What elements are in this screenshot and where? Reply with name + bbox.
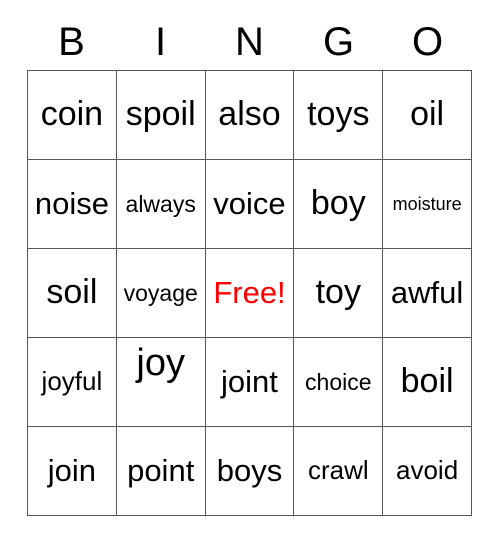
bingo-cell-label: toys	[307, 95, 370, 134]
bingo-cell[interactable]: boys	[205, 427, 295, 516]
bingo-free-space[interactable]: Free!	[205, 249, 295, 338]
bingo-cell[interactable]: voice	[205, 160, 295, 249]
bingo-cell[interactable]: crawl	[294, 427, 384, 516]
bingo-cell-label: boil	[400, 362, 454, 401]
bingo-cell-label: crawl	[307, 455, 369, 486]
bingo-cell-label: boy	[310, 184, 366, 223]
bingo-cell[interactable]: toys	[294, 71, 384, 160]
bingo-cell-label: also	[218, 95, 281, 134]
bingo-cell[interactable]: oil	[383, 71, 472, 160]
bingo-cell-label: joint	[221, 363, 278, 399]
bingo-cell-label: spoil	[125, 95, 196, 134]
bingo-cell-label: always	[125, 190, 196, 217]
bingo-header-letter-b: B	[58, 20, 85, 64]
bingo-cell[interactable]: always	[116, 160, 206, 249]
bingo-grid: coin spoil also toys oil noise always voice boy m…	[27, 70, 472, 516]
bingo-cell-label: voice	[213, 185, 286, 221]
bingo-cell[interactable]: joint	[205, 338, 295, 427]
bingo-cell[interactable]: toy	[294, 249, 384, 338]
bingo-cell[interactable]: avoid	[383, 427, 472, 516]
bingo-cell[interactable]: choice	[294, 338, 384, 427]
bingo-cell-label: coin	[40, 95, 104, 134]
bingo-cell[interactable]: awful	[383, 249, 472, 338]
bingo-cell[interactable]: moisture	[383, 160, 472, 249]
bingo-header-letter-i: I	[154, 20, 167, 64]
bingo-cell-label: oil	[410, 95, 445, 134]
bingo-cell-label: voyage	[123, 279, 198, 306]
bingo-cell[interactable]: joyful	[28, 338, 117, 427]
bingo-cell[interactable]: boil	[383, 338, 472, 427]
bingo-cell-label: joy	[136, 342, 185, 384]
bingo-header-letter-o: O	[411, 20, 444, 64]
bingo-header-letter-g: G	[322, 20, 355, 64]
bingo-cell[interactable]: spoil	[116, 71, 206, 160]
bingo-cell[interactable]: soil	[28, 249, 117, 338]
bingo-card: BINGO coin spoil also toys oil noise always voi…	[0, 0, 500, 544]
bingo-cell-label: soil	[46, 273, 98, 312]
bingo-cell-label: choice	[305, 368, 372, 395]
bingo-cell[interactable]: join	[28, 427, 117, 516]
bingo-cell[interactable]: coin	[28, 71, 117, 160]
bingo-cell-label: joyful	[41, 366, 103, 397]
bingo-cell-label: join	[47, 452, 97, 488]
bingo-cell-label: awful	[390, 274, 464, 310]
bingo-header-row: BINGO	[27, 14, 472, 70]
bingo-cell[interactable]: joy	[116, 338, 206, 427]
bingo-cell[interactable]: also	[205, 71, 295, 160]
bingo-cell-label: boys	[216, 452, 283, 488]
bingo-cell-label: point	[127, 452, 195, 488]
bingo-cell-label: avoid	[396, 455, 459, 486]
bingo-cell-label: noise	[34, 185, 109, 221]
bingo-cell-label: toy	[315, 273, 361, 312]
bingo-cell[interactable]: boy	[294, 160, 384, 249]
bingo-cell[interactable]: voyage	[116, 249, 206, 338]
bingo-cell[interactable]: point	[116, 427, 206, 516]
bingo-header-letter-n: N	[235, 20, 264, 64]
bingo-free-space-label: Free!	[213, 274, 286, 310]
bingo-cell[interactable]: noise	[28, 160, 117, 249]
bingo-cell-label: moisture	[392, 193, 462, 214]
